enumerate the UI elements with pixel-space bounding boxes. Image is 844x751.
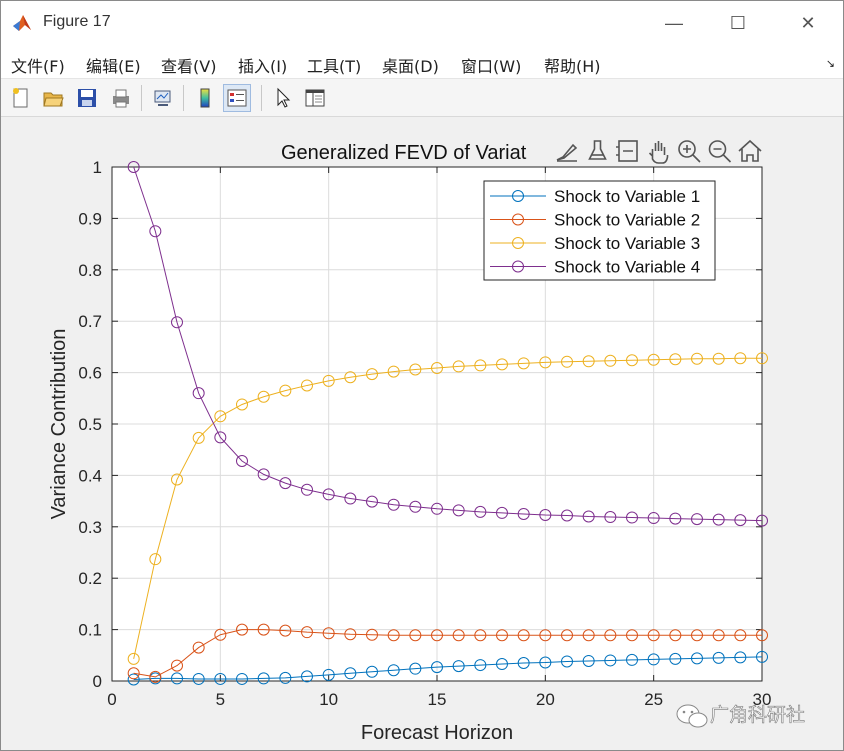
menu-view[interactable]: 查看(V) [161,53,216,77]
open-file-button[interactable] [39,84,67,112]
minimize-button[interactable]: — [659,9,689,37]
y-tick-label: 0.1 [78,621,102,640]
print-button[interactable] [107,84,135,112]
y-tick-label: 0.9 [78,209,102,228]
y-tick-label: 0.3 [78,518,102,537]
y-tick-label: 0.8 [78,261,102,280]
save-icon [78,89,96,107]
menu-help[interactable]: 帮助(H) [544,53,601,77]
x-axis-label: Forecast Horizon [361,722,513,744]
brush-edit-icon[interactable] [556,143,578,162]
y-tick-label: 0.5 [78,415,102,434]
link-axes-icon [154,90,171,106]
menu-insert[interactable]: 插入(I) [238,53,287,77]
menu-edit[interactable]: 编辑(E) [86,53,141,77]
property-inspector-icon [305,89,325,107]
y-tick-label: 0 [93,672,102,691]
x-tick-label: 15 [428,690,447,709]
print-icon [113,89,129,108]
y-tick-label: 1 [93,158,102,177]
figure-toolbar [1,79,843,117]
legend-entry-4: Shock to Variable 4 [554,258,700,277]
maximize-button[interactable]: ☐ [723,9,753,37]
link-axes-button[interactable] [149,84,177,112]
x-tick-label: 0 [107,690,116,709]
x-tick-label: 10 [319,690,338,709]
window-title: Figure 17 [43,13,111,30]
menu-desktop[interactable]: 桌面(D) [382,53,439,77]
figure-window: Figure 17 — ☐ ✕ 文件(F) 编辑(E) 查看(V) 插入(I) … [0,0,844,751]
x-tick-label: 25 [644,690,663,709]
open-file-icon [43,92,64,107]
fevd-chart: 0 5 10 15 20 25 3000.10.20.30.40.50.60.70.80.9… [48,139,805,744]
legend-entry-1: Shock to Variable 1 [554,187,700,206]
zoom-in-icon[interactable] [678,140,701,163]
legend-entry-3: Shock to Variable 3 [554,234,700,253]
select-arrow-icon [277,87,291,108]
pan-hand-icon[interactable] [648,141,669,164]
legend-icon [227,89,247,107]
restore-view-icon[interactable] [616,140,638,162]
menu-file[interactable]: 文件(F) [11,53,65,77]
wechat-logo-icon [676,704,708,728]
save-button[interactable] [73,84,101,112]
new-figure-icon [13,88,28,108]
y-tick-label: 0.6 [78,364,102,383]
close-icon: ✕ [800,12,816,33]
menu-window[interactable]: 窗口(W) [461,53,521,77]
legend-button[interactable] [223,84,251,112]
x-tick-label: 20 [536,690,555,709]
chart-title: Generalized FEVD of Variat [281,142,527,164]
legend-entry-2: Shock to Variable 2 [554,211,700,230]
matlab-logo-icon [13,15,31,31]
home-icon[interactable] [738,139,762,162]
close-button[interactable]: ✕ [793,9,823,37]
property-inspector-button[interactable] [301,84,329,112]
y-tick-label: 0.2 [78,569,102,588]
select-arrow-button[interactable] [269,84,297,112]
menu-tools[interactable]: 工具(T) [307,53,361,77]
colorbar-button[interactable] [191,84,219,112]
title-bar[interactable]: Figure 17 — ☐ ✕ [1,1,843,45]
watermark-text: 广角科研社 [710,704,805,726]
zoom-out-icon[interactable] [708,140,732,163]
minimize-icon: — [665,12,683,33]
figure-canvas: 0 5 10 15 20 25 30 0 0.1 0.2 0.3 0.4 0.5 0.6 0.7 0.8 0.9… [7,119,837,745]
colorbar-icon [200,88,210,108]
menu-overflow-icon[interactable]: ↘ [826,57,835,70]
maximize-icon: ☐ [729,12,747,33]
x-tick-label: 5 [216,690,225,709]
data-tips-icon[interactable] [588,140,607,160]
menu-bar: 文件(F) 编辑(E) 查看(V) 插入(I) 工具(T) 桌面(D) 窗口(W… [1,45,843,79]
y-tick-label: 0.7 [78,312,102,331]
y-tick-label: 0.4 [78,466,102,485]
y-axis-label: Variance Contribution [48,329,70,520]
new-figure-button[interactable] [7,84,35,112]
